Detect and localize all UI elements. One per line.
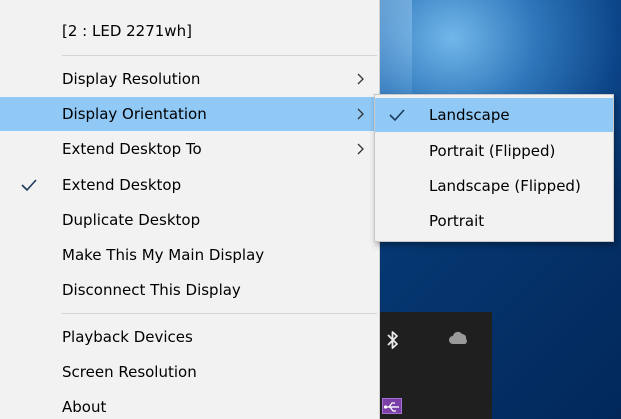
menu-item-label: Duplicate Desktop (62, 211, 201, 229)
submenu-item-label: Landscape (Flipped) (429, 177, 581, 195)
menu-item-disconnect-display[interactable]: Disconnect This Display (0, 273, 378, 307)
menu-item-playback-devices[interactable]: Playback Devices (0, 320, 378, 354)
submenu-item-portrait-flipped[interactable]: Portrait (Flipped) (375, 134, 613, 168)
menu-item-label: Disconnect This Display (62, 281, 241, 299)
menu-item-display-resolution[interactable]: Display Resolution (0, 62, 378, 96)
menu-item-duplicate-desktop[interactable]: Duplicate Desktop (0, 203, 378, 237)
usb-icon[interactable] (382, 398, 402, 414)
menu-item-about[interactable]: About (0, 390, 378, 419)
submenu-item-portrait[interactable]: Portrait (375, 204, 613, 238)
menu-item-label: Screen Resolution (62, 363, 197, 381)
onedrive-cloud-icon[interactable] (448, 330, 470, 346)
menu-item-label: Playback Devices (62, 328, 193, 346)
menu-item-screen-resolution[interactable]: Screen Resolution (0, 355, 378, 389)
menu-item-label: Display Resolution (62, 70, 201, 88)
menu-item-display-orientation[interactable]: Display Orientation (0, 97, 378, 131)
context-menu: [2 : LED 2271wh] Display Resolution Disp… (0, 0, 380, 419)
submenu-item-label: Landscape (429, 106, 510, 124)
checkmark-icon (389, 109, 405, 122)
submenu-item-label: Portrait (Flipped) (429, 142, 556, 160)
menu-separator (62, 313, 377, 314)
checkmark-icon (21, 179, 37, 192)
menu-item-extend-desktop-to[interactable]: Extend Desktop To (0, 132, 378, 166)
menu-item-extend-desktop[interactable]: Extend Desktop (0, 168, 378, 202)
menu-item-label: About (62, 398, 107, 416)
menu-item-label: Display Orientation (62, 105, 207, 123)
menu-header-display-name: [2 : LED 2271wh] (62, 22, 192, 40)
orientation-submenu: Landscape Portrait (Flipped) Landscape (… (374, 94, 614, 242)
submenu-item-landscape-flipped[interactable]: Landscape (Flipped) (375, 169, 613, 203)
menu-separator (62, 55, 377, 56)
menu-item-label: Make This My Main Display (62, 246, 265, 264)
submenu-item-landscape[interactable]: Landscape (375, 98, 613, 132)
chevron-right-icon (357, 73, 364, 85)
chevron-right-icon (357, 108, 364, 120)
menu-item-label: Extend Desktop (62, 176, 182, 194)
menu-item-label: Extend Desktop To (62, 140, 202, 158)
desktop: [2 : LED 2271wh] Display Resolution Disp… (0, 0, 621, 419)
menu-item-make-main-display[interactable]: Make This My Main Display (0, 238, 378, 272)
submenu-item-label: Portrait (429, 212, 485, 230)
chevron-right-icon (357, 143, 364, 155)
bluetooth-icon[interactable] (386, 330, 400, 350)
